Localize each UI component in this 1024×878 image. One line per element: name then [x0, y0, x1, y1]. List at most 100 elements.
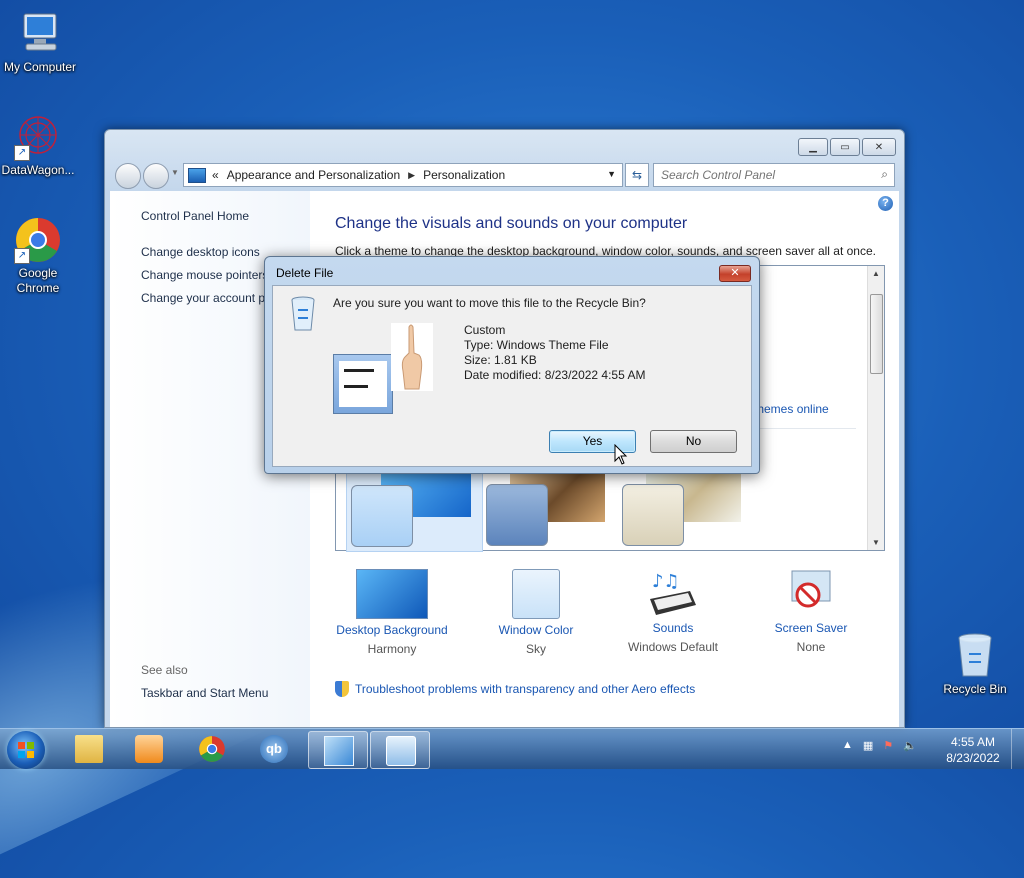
desktop-icon-label: Recycle Bin [943, 682, 1007, 696]
forward-button[interactable] [143, 163, 169, 189]
screen-saver-value: None [796, 640, 826, 654]
chrome-icon: ↗ [14, 216, 62, 264]
troubleshoot-link[interactable]: Troubleshoot problems with transparency … [355, 682, 695, 696]
theme-item-2[interactable] [486, 472, 611, 550]
desktop-background-item[interactable]: Desktop Background Harmony [322, 569, 462, 656]
sounds-item[interactable]: ♪♫ Sounds Windows Default [603, 569, 743, 654]
maximize-button[interactable]: ▭ [830, 138, 860, 156]
refresh-icon: ⇆ [631, 168, 643, 182]
svg-text:♪♫: ♪♫ [652, 571, 680, 592]
breadcrumb-separator-icon[interactable]: ▶ [408, 170, 415, 181]
clock[interactable]: 4:55 AM 8/23/2022 [940, 734, 1006, 766]
file-name: Custom [464, 323, 506, 337]
breadcrumb-personalization[interactable]: Personalization [423, 168, 505, 182]
search-input[interactable] [659, 167, 873, 183]
taskbar-chrome[interactable] [183, 731, 241, 767]
recycle-bin-icon [951, 632, 999, 680]
screen-saver-item[interactable]: Screen Saver None [741, 569, 881, 654]
address-bar[interactable]: « Appearance and Personalization ▶ Perso… [183, 163, 623, 187]
desktop-icon-label: DataWagon... [1, 163, 75, 177]
search-icon[interactable]: ⌕ [881, 167, 888, 182]
datawagon-icon: ↗ [14, 113, 62, 161]
hand-image [391, 323, 433, 391]
address-prefix[interactable]: « [212, 168, 219, 182]
taskbar-media-player[interactable] [120, 731, 178, 767]
control-panel-icon [386, 736, 416, 766]
action-center-flag-icon[interactable]: ⚑ [883, 739, 893, 752]
scroll-down-icon[interactable]: ▼ [872, 538, 880, 547]
minimize-button[interactable]: ▁ [798, 138, 828, 156]
recent-pages-dropdown-icon[interactable]: ▼ [171, 168, 179, 177]
link-control-panel-home[interactable]: Control Panel Home [141, 209, 249, 223]
screen-saver-icon [776, 569, 846, 617]
taskbar-explorer[interactable] [60, 731, 118, 767]
link-change-desktop-icons[interactable]: Change desktop icons [141, 245, 260, 259]
see-also-label: See also [141, 663, 188, 677]
theme-file-icon-inner [339, 361, 387, 407]
scrollbar-thumb[interactable] [870, 294, 883, 374]
start-button[interactable] [7, 731, 45, 769]
help-icon[interactable]: ? [878, 196, 893, 211]
shortcut-arrow-icon: ↗ [14, 248, 30, 264]
desktop-icon-recycle-bin[interactable]: Recycle Bin [935, 632, 1015, 697]
desktop-background-link[interactable]: Desktop Background [322, 623, 462, 637]
taskbar-qbittorrent[interactable]: qb [245, 731, 303, 767]
close-button[interactable]: ✕ [862, 138, 896, 156]
windows-logo-icon [18, 742, 34, 758]
clock-time: 4:55 AM [950, 735, 996, 749]
mouse-cursor-icon [614, 443, 628, 466]
sounds-link[interactable]: Sounds [603, 621, 743, 635]
taskbar: qb ▲ ▦ ⚑ 🔈 4:55 AM 8/23/2022 [0, 728, 1024, 769]
sounds-value: Windows Default [627, 640, 719, 654]
themes-scrollbar[interactable]: ▲ ▼ [867, 266, 884, 550]
scroll-up-icon[interactable]: ▲ [872, 269, 880, 278]
dialog-title: Delete File [276, 266, 334, 280]
maximize-icon: ▭ [840, 141, 850, 153]
file-size: Size: 1.81 KB [464, 353, 537, 367]
dialog-question: Are you sure you want to move this file … [333, 296, 646, 310]
taskbar-control-panel[interactable] [370, 731, 430, 769]
volume-icon[interactable]: 🔈 [903, 739, 917, 752]
network-icon[interactable]: ▦ [863, 739, 873, 752]
desktop-icon-datawagon[interactable]: ↗ DataWagon... [0, 113, 78, 178]
close-icon: ✕ [730, 267, 740, 279]
theme-color-swatch [486, 484, 548, 546]
desktop-background-icon [356, 569, 428, 619]
file-type: Type: Windows Theme File [464, 338, 609, 352]
page-heading: Change the visuals and sounds on your co… [335, 215, 688, 232]
taskbar-personalization[interactable] [308, 731, 368, 769]
link-change-account-picture[interactable]: Change your account p [141, 291, 265, 305]
dialog-close-button[interactable]: ✕ [719, 265, 751, 282]
back-button[interactable] [115, 163, 141, 189]
theme-file-icon-bar [344, 369, 374, 372]
window-color-icon [512, 569, 560, 619]
qbittorrent-icon: qb [260, 735, 288, 763]
refresh-button[interactable]: ⇆ [625, 163, 649, 187]
theme-color-swatch [622, 484, 684, 546]
window-color-link[interactable]: Window Color [466, 623, 606, 637]
link-taskbar-start-menu[interactable]: Taskbar and Start Menu [141, 686, 268, 700]
delete-file-dialog: Delete File ✕ Are you sure you want to m… [264, 256, 760, 474]
desktop-icon-google-chrome[interactable]: ↗ Google Chrome [0, 216, 78, 296]
chrome-icon [198, 735, 226, 763]
desktop-icon-my-computer[interactable]: My Computer [0, 10, 80, 75]
theme-color-swatch [351, 485, 413, 547]
address-dropdown-icon[interactable]: ▼ [607, 169, 616, 179]
show-hidden-icons-icon[interactable]: ▲ [842, 739, 853, 752]
search-box[interactable]: ⌕ [653, 163, 895, 187]
computer-icon [16, 10, 64, 58]
desktop-icon-label: Google Chrome [16, 266, 60, 295]
link-change-mouse-pointers[interactable]: Change mouse pointers [141, 268, 268, 282]
navigation-bar: ▼ « Appearance and Personalization ▶ Per… [113, 162, 896, 189]
theme-item-3[interactable] [622, 472, 747, 550]
clock-date: 8/23/2022 [946, 751, 1000, 765]
theme-item-selected[interactable] [346, 472, 483, 552]
breadcrumb-appearance[interactable]: Appearance and Personalization [227, 168, 400, 182]
window-color-item[interactable]: Window Color Sky [466, 569, 606, 656]
screen-saver-link[interactable]: Screen Saver [741, 621, 881, 635]
no-button[interactable]: No [650, 430, 737, 453]
desktop-background-value: Harmony [367, 642, 417, 656]
theme-file-icon-bar [344, 385, 368, 388]
show-desktop-button[interactable] [1011, 729, 1024, 769]
troubleshoot-link-row[interactable]: Troubleshoot problems with transparency … [335, 681, 695, 697]
